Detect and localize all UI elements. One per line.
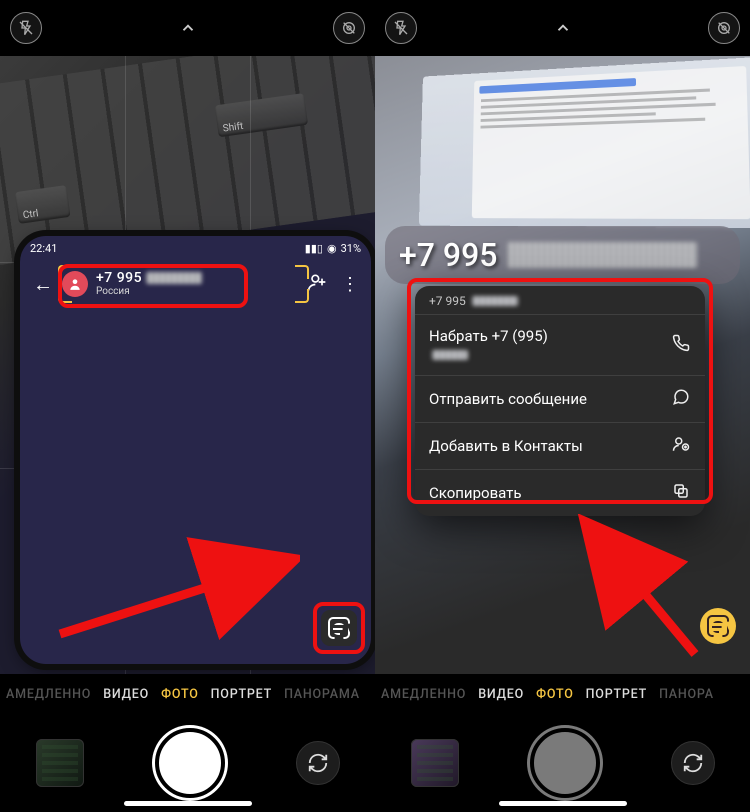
top-controls-left — [0, 0, 375, 56]
menu-dots-icon[interactable]: ⋮ — [341, 274, 359, 295]
camera-modes-right[interactable]: АМЕДЛЕННО ВИДЕО ФОТО ПОРТРЕТ ПАНОРА — [375, 674, 750, 714]
ctx-item-call[interactable]: Набрать +7 (995) — [415, 314, 705, 375]
camera-modes-left[interactable]: АМЕДЛЕННО ВИДЕО ФОТО ПОРТРЕТ ПАНОРАМА — [0, 674, 375, 714]
context-menu: +7 995 Набрать +7 (995) Отправить сообще… — [415, 286, 705, 516]
flip-camera-icon[interactable] — [671, 741, 715, 785]
live-text-badge-active[interactable] — [700, 608, 736, 644]
contact-number-prefix: +7 995 — [96, 270, 142, 286]
mode-slow[interactable]: АМЕДЛЕННО — [381, 687, 466, 702]
laptop-screen — [419, 57, 750, 228]
bottom-bar-left — [0, 714, 375, 812]
shutter-button[interactable] — [530, 728, 600, 798]
mode-pano[interactable]: ПАНОРАМА — [284, 687, 360, 702]
number-prefix: +7 995 — [399, 236, 497, 274]
screenshot-right: +7 995 +7 995 Набрать +7 (995) Отправить… — [375, 0, 750, 812]
viewfinder-right[interactable]: +7 995 +7 995 Набрать +7 (995) Отправить… — [375, 56, 750, 674]
ctx-menu-title: +7 995 — [415, 286, 705, 314]
mode-portrait[interactable]: ПОРТРЕТ — [586, 687, 647, 702]
bottom-bar-right — [375, 714, 750, 812]
phone-preview: 22:41 ▮▮▯ ◉ 31% ← +7 995 — [20, 236, 371, 664]
contact-row: ← +7 995 Россия ⋮ — [32, 271, 359, 297]
mode-slow[interactable]: АМЕДЛЕННО — [6, 687, 91, 702]
message-icon — [671, 388, 691, 410]
ctx-item-add-contact[interactable]: Добавить в Контакты — [415, 422, 705, 469]
battery-label: 31% — [341, 242, 361, 255]
last-photo-thumb[interactable] — [411, 739, 459, 787]
ctx-item-copy[interactable]: Скопировать — [415, 469, 705, 516]
home-indicator[interactable] — [124, 801, 252, 806]
mode-photo[interactable]: ФОТО — [161, 687, 199, 702]
chevron-up-icon[interactable] — [551, 16, 575, 40]
back-arrow-icon[interactable]: ← — [32, 272, 54, 297]
keyboard-key: Shift — [215, 93, 309, 137]
keyboard-key: Ctrl — [15, 185, 71, 224]
phone-icon — [671, 334, 691, 356]
chevron-up-icon[interactable] — [176, 16, 200, 40]
detected-number[interactable]: +7 995 — [385, 226, 740, 284]
copy-icon — [671, 482, 691, 504]
home-indicator[interactable] — [499, 801, 627, 806]
live-off-icon[interactable] — [333, 12, 365, 44]
add-contact-icon — [671, 435, 691, 457]
live-text-badge[interactable] — [321, 610, 357, 646]
viewfinder-left[interactable]: Shift Ctrl 22:41 ▮▮▯ ◉ 31% — [0, 56, 375, 674]
mode-pano[interactable]: ПАНОРА — [659, 687, 714, 702]
flash-off-icon[interactable] — [385, 12, 417, 44]
mode-portrait[interactable]: ПОРТРЕТ — [211, 687, 272, 702]
mode-video[interactable]: ВИДЕО — [103, 687, 149, 702]
redacted-number — [146, 272, 202, 284]
last-photo-thumb[interactable] — [36, 739, 84, 787]
signal-icon: ▮▮▯ — [305, 242, 323, 255]
mode-video[interactable]: ВИДЕО — [478, 687, 524, 702]
flash-off-icon[interactable] — [10, 12, 42, 44]
wifi-icon: ◉ — [327, 242, 337, 255]
flip-camera-icon[interactable] — [296, 741, 340, 785]
add-contact-icon[interactable] — [307, 272, 327, 297]
ctx-item-message[interactable]: Отправить сообщение — [415, 375, 705, 422]
top-controls-right — [375, 0, 750, 56]
screenshot-left: Shift Ctrl 22:41 ▮▮▯ ◉ 31% — [0, 0, 375, 812]
live-off-icon[interactable] — [708, 12, 740, 44]
contact-subtitle: Россия — [96, 286, 202, 297]
redacted-number — [507, 242, 697, 268]
phone-time: 22:41 — [30, 242, 57, 255]
mode-photo[interactable]: ФОТО — [536, 687, 574, 702]
shutter-button[interactable] — [155, 728, 225, 798]
